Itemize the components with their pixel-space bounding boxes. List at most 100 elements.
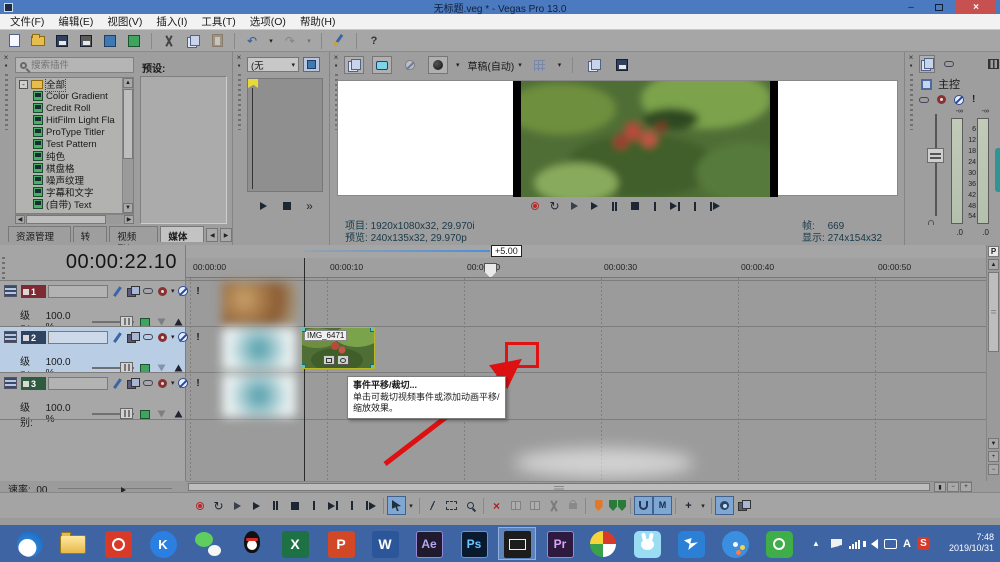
next-frame-button[interactable] — [706, 199, 723, 213]
auto-ripple-button[interactable] — [715, 496, 734, 515]
drag-grip[interactable] — [909, 74, 913, 130]
mute-button[interactable] — [177, 285, 190, 297]
panel-pin-icon[interactable]: ▪ — [234, 62, 244, 70]
event-tool-button[interactable] — [734, 496, 753, 515]
taskbar-app-powerpoint[interactable]: P — [326, 529, 356, 559]
track-name-field[interactable] — [48, 377, 108, 390]
loop-playback-button[interactable] — [546, 199, 563, 213]
menu-insert[interactable]: 插入(I) — [150, 13, 193, 30]
insert-bus-button[interactable] — [919, 55, 935, 73]
caret-down-icon[interactable] — [171, 333, 175, 341]
selection-tool-button[interactable] — [442, 496, 461, 515]
timeline-horizontal-scrollbar[interactable]: ▮ − + — [186, 481, 972, 492]
compositing-mode-button[interactable] — [126, 285, 140, 297]
tray-network-flag-icon[interactable] — [831, 525, 842, 562]
tray-sogou-icon[interactable]: S — [917, 525, 930, 562]
automation-settings-button[interactable] — [156, 285, 169, 297]
track-fx-button[interactable] — [111, 377, 124, 389]
playhead-line[interactable] — [304, 258, 305, 481]
track-name-field[interactable] — [48, 285, 108, 298]
zoom-in-track-button[interactable]: + — [988, 451, 999, 462]
record-button[interactable] — [190, 496, 209, 515]
level-slider[interactable] — [92, 316, 135, 327]
tree-horizontal-scrollbar[interactable]: ◀ ▶ — [15, 214, 134, 224]
animate-button[interactable] — [303, 57, 320, 72]
tabs-scroll-left-button[interactable]: ◀ — [206, 228, 219, 242]
go-to-start-button[interactable] — [526, 199, 663, 452]
insert-fx-button[interactable] — [941, 55, 957, 73]
compositing-mode-button[interactable] — [126, 331, 140, 343]
panel-pin-icon[interactable]: ▪ — [331, 62, 341, 70]
marker-bar[interactable]: +5.00 — [186, 245, 986, 258]
menu-file[interactable]: 文件(F) — [4, 13, 50, 30]
solo-button[interactable]: ! — [192, 331, 205, 343]
external-monitor-button[interactable] — [372, 56, 392, 74]
track-motion-button[interactable] — [141, 285, 154, 297]
split-button[interactable] — [544, 496, 563, 515]
scroll-down-button[interactable]: ▼ — [988, 438, 999, 449]
collapse-icon[interactable] — [19, 79, 28, 89]
go-to-end-button[interactable] — [666, 199, 683, 213]
preset-list-area[interactable] — [140, 76, 227, 224]
open-button[interactable] — [28, 32, 48, 50]
enable-snapping-button[interactable] — [634, 496, 653, 515]
taskbar-app-word[interactable]: W — [370, 529, 400, 559]
solo-button[interactable]: ! — [192, 377, 205, 389]
normal-edit-tool-button[interactable] — [387, 496, 406, 515]
stop-button[interactable] — [285, 496, 304, 515]
downmix-button[interactable] — [919, 55, 979, 308]
track-header-2-selected[interactable]: 2 ! 级别: 100.0 % — [0, 326, 200, 383]
caret-down-icon[interactable] — [171, 379, 175, 387]
track-fx-button[interactable] — [111, 285, 124, 297]
event-fx-button[interactable] — [337, 355, 349, 365]
preview-quality-select[interactable]: 草稿(自动) — [468, 58, 522, 73]
quantize-to-frames-button[interactable] — [653, 496, 672, 515]
undo-button[interactable] — [242, 32, 262, 50]
expand-button[interactable] — [301, 199, 318, 213]
taskbar-app-pinwheel[interactable] — [588, 529, 618, 559]
copy-button[interactable] — [183, 32, 203, 50]
bus-fx-button[interactable] — [919, 96, 929, 103]
undo-dropdown[interactable] — [266, 32, 276, 50]
play-button[interactable] — [255, 199, 272, 213]
meter-options-button[interactable] — [985, 55, 1000, 73]
record-button[interactable] — [526, 199, 543, 213]
overlay-grid-button[interactable] — [530, 56, 550, 74]
fader-handle[interactable] — [927, 148, 944, 163]
compositing-mode-button[interactable] — [126, 377, 140, 389]
track-name-field[interactable] — [48, 331, 108, 344]
solo-button[interactable]: ! — [192, 285, 205, 297]
tray-show-hidden-icons[interactable]: ▲ — [812, 525, 820, 562]
scrollbar-thumb[interactable] — [26, 215, 106, 224]
track-header-1[interactable]: 1 ! 级别: 100.0 % — [0, 280, 200, 337]
track-header-3[interactable]: 3 ! 级别: 100.0 % — [0, 372, 200, 429]
insert-marker-button[interactable] — [589, 496, 608, 515]
zoom-tool-button[interactable] — [461, 496, 480, 515]
panel-pin-icon[interactable]: ▪ — [1, 62, 11, 70]
taskbar-app-rabbit[interactable] — [632, 529, 662, 559]
event-thumbnail-blurred[interactable] — [222, 282, 296, 325]
tabs-scroll-right-button[interactable]: ▶ — [220, 228, 232, 242]
menu-tools[interactable]: 工具(T) — [195, 13, 241, 30]
automation-settings-button[interactable] — [156, 331, 169, 343]
scroll-left-button[interactable]: ◀ — [15, 215, 25, 224]
play-from-start-button[interactable] — [566, 199, 583, 213]
taskbar-app-wechat[interactable] — [193, 529, 223, 559]
panel-grip[interactable]: × ▪ — [1, 54, 11, 243]
track-motion-button[interactable] — [141, 377, 154, 389]
automation-button[interactable] — [937, 95, 946, 104]
trim-end-button[interactable] — [525, 496, 544, 515]
whats-this-help-button[interactable] — [364, 32, 384, 50]
marker-tool-button[interactable]: P — [988, 246, 999, 257]
video-output-fx-button[interactable] — [400, 56, 420, 74]
tree-item[interactable]: Credit Roll — [16, 102, 133, 114]
drag-grip[interactable] — [4, 74, 8, 130]
selection-handle[interactable] — [302, 328, 306, 332]
expand-track-button[interactable] — [4, 377, 17, 389]
scrollbar-thumb[interactable] — [988, 272, 999, 352]
redo-button[interactable] — [280, 32, 300, 50]
paste-button[interactable] — [207, 32, 227, 50]
loop-playback-button[interactable] — [209, 496, 228, 515]
mute-button[interactable] — [177, 331, 190, 343]
solo-button[interactable]: ! — [972, 94, 975, 105]
